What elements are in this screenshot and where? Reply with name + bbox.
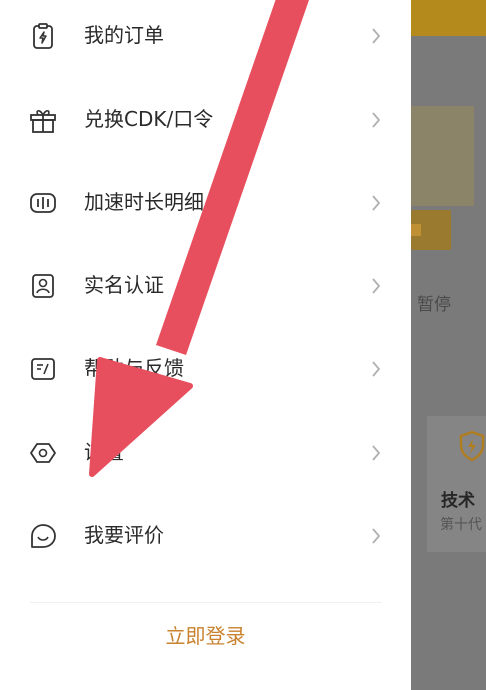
shield-icon [459, 430, 485, 462]
chevron-right-icon [372, 112, 381, 128]
background-chip-marker [411, 224, 421, 236]
menu-item-help-feedback[interactable]: 帮助与反馈 [0, 327, 411, 411]
side-drawer: 我的订单 兑换CDK/口令 加速时长明细 实名认证 帮助与反馈 设置 我要评价 … [0, 0, 411, 690]
background-top-banner [411, 0, 486, 36]
login-now-button[interactable]: 立即登录 [0, 614, 411, 658]
menu-item-redeem-cdk[interactable]: 兑换CDK/口令 [0, 78, 411, 162]
settings-hexagon-icon [30, 443, 56, 463]
background-tech-label: 技术 [441, 491, 475, 511]
menu-item-label: 我的订单 [84, 23, 164, 47]
menu-item-label: 实名认证 [84, 273, 164, 297]
menu-item-label: 我要评价 [84, 523, 164, 547]
menu-item-label: 设置 [84, 440, 124, 464]
menu-item-label: 帮助与反馈 [84, 356, 184, 380]
background-generation-label: 第十代 [440, 517, 482, 533]
gift-icon [30, 110, 56, 133]
id-person-icon [32, 274, 54, 298]
background-card [411, 106, 474, 206]
rate-smile-icon [31, 524, 56, 548]
menu-item-real-name-verification[interactable]: 实名认证 [0, 244, 411, 328]
menu-item-my-orders[interactable]: 我的订单 [0, 0, 411, 78]
timer-bars-icon [30, 193, 56, 213]
chevron-right-icon [372, 361, 381, 377]
background-pause-label: 暂停 [417, 295, 451, 315]
feedback-icon [31, 358, 55, 380]
chevron-right-icon [372, 445, 381, 461]
chevron-right-icon [372, 278, 381, 294]
chevron-right-icon [372, 28, 381, 44]
divider [30, 602, 382, 603]
chevron-right-icon [372, 195, 381, 211]
order-clipboard-icon [33, 23, 53, 49]
chevron-right-icon [372, 528, 381, 544]
menu-item-label: 加速时长明细 [84, 190, 204, 214]
menu-item-settings[interactable]: 设置 [0, 411, 411, 495]
background-app-dimmed[interactable]: 暂停 技术 第十代 [411, 0, 486, 690]
menu-item-label: 兑换CDK/口令 [84, 107, 214, 131]
menu-item-boost-duration[interactable]: 加速时长明细 [0, 161, 411, 245]
menu-item-rate-app[interactable]: 我要评价 [0, 494, 411, 578]
